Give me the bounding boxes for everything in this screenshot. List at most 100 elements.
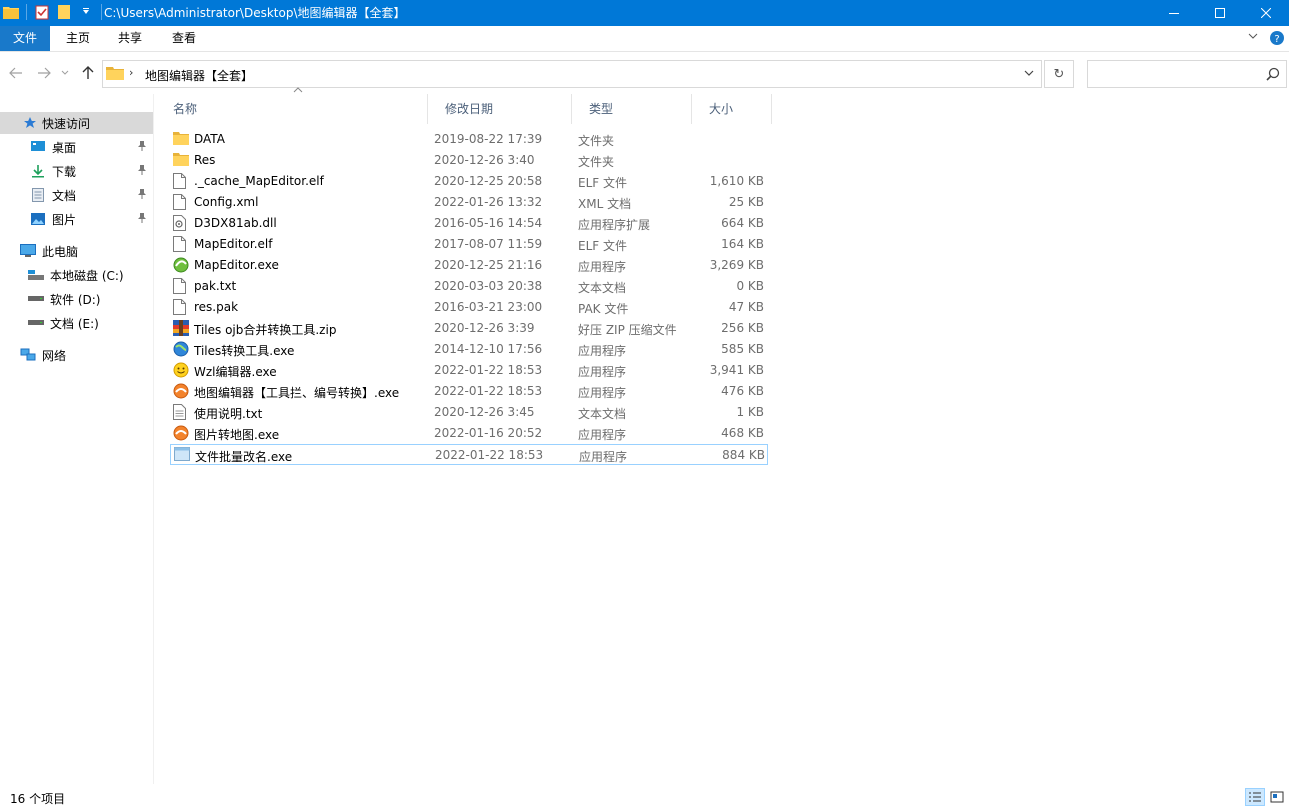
- maximize-button[interactable]: [1197, 0, 1243, 26]
- file-name: pak.txt: [194, 279, 237, 293]
- tab-home[interactable]: 主页: [56, 26, 100, 51]
- minimize-icon: [1169, 13, 1179, 14]
- search-input[interactable]: [1092, 65, 1262, 83]
- breadcrumb-separator-icon[interactable]: ›: [129, 66, 133, 79]
- file-date: 2020-12-25 21:16: [434, 258, 543, 272]
- file-name: Tiles ojb合并转换工具.zip: [194, 323, 337, 337]
- file-row[interactable]: 地图编辑器【工具拦、编号转换】.exe 2022-01-22 18:53 应用程序 4…: [170, 381, 768, 402]
- file-size: 47 KB: [728, 300, 764, 314]
- nav-downloads[interactable]: 下载: [0, 160, 153, 182]
- file-icon: [173, 299, 189, 315]
- file-row[interactable]: Tiles ojb合并转换工具.zip 2020-12-26 3:39 好压 ZIP…: [170, 318, 768, 339]
- file-row[interactable]: 文件批量改名.exe 2022-01-22 18:53 应用程序 884 KB: [170, 444, 768, 465]
- file-row[interactable]: 使用说明.txt 2020-12-26 3:45 文本文档 1 KB: [170, 402, 768, 423]
- file-type: 好压 ZIP 压缩文件: [578, 323, 677, 337]
- recent-locations-button[interactable]: [60, 65, 70, 81]
- file-row[interactable]: Config.xml 2022-01-26 13:32 XML 文档 25 KB: [170, 192, 768, 213]
- file-icon: [173, 194, 189, 210]
- pin-icon[interactable]: [137, 164, 147, 179]
- tab-file[interactable]: 文件: [0, 26, 50, 51]
- file-row[interactable]: res.pak 2016-03-21 23:00 PAK 文件 47 KB: [170, 297, 768, 318]
- refresh-button[interactable]: ↻: [1044, 60, 1074, 88]
- text-file-icon: [173, 404, 189, 420]
- file-size: 3,941 KB: [709, 363, 764, 377]
- nav-quick-access-label: 快速访问: [42, 116, 91, 131]
- file-type: 应用程序: [578, 386, 627, 400]
- file-row[interactable]: ._cache_MapEditor.elf 2020-12-25 20:58 ELF…: [170, 171, 768, 192]
- file-date: 2020-12-26 3:39: [434, 321, 535, 335]
- quick-access-toolbar: [2, 3, 104, 21]
- column-header-name[interactable]: 名称: [156, 94, 428, 124]
- up-button[interactable]: [80, 65, 96, 81]
- nav-pictures[interactable]: 图片: [0, 208, 153, 230]
- address-history-chevron-icon[interactable]: [1023, 67, 1035, 81]
- file-name: res.pak: [194, 300, 239, 314]
- file-size: 3,269 KB: [709, 258, 764, 272]
- nav-desktop[interactable]: 桌面: [0, 136, 153, 158]
- file-type: 应用程序: [578, 260, 627, 274]
- smiley-exe-icon: [173, 362, 189, 378]
- file-row[interactable]: Tiles转换工具.exe 2014-12-10 17:56 应用程序 585 KB: [170, 339, 768, 360]
- search-box[interactable]: [1087, 60, 1287, 88]
- nav-this-pc[interactable]: 此电脑: [0, 240, 153, 262]
- file-name: Config.xml: [194, 195, 259, 209]
- toolbar-separator: [26, 4, 27, 20]
- column-header-date[interactable]: 修改日期: [428, 94, 572, 124]
- file-row[interactable]: Wzl编辑器.exe 2022-01-22 18:53 应用程序 3,941 KB: [170, 360, 768, 381]
- file-date: 2022-01-16 20:52: [434, 426, 543, 440]
- address-bar[interactable]: › 地图编辑器【全套】: [102, 60, 1042, 88]
- column-header-size[interactable]: 大小: [692, 94, 772, 124]
- file-type: 文件夹: [578, 134, 615, 148]
- nav-quick-access[interactable]: 快速访问: [0, 112, 153, 134]
- tab-view[interactable]: 查看: [162, 26, 206, 51]
- breadcrumb-current[interactable]: 地图编辑器【全套】: [145, 67, 253, 84]
- close-button[interactable]: [1243, 0, 1289, 26]
- file-date: 2022-01-22 18:53: [434, 384, 543, 398]
- system-drive-icon: [28, 267, 44, 283]
- file-date: 2016-03-21 23:00: [434, 300, 543, 314]
- pin-icon[interactable]: [137, 212, 147, 227]
- minimize-button[interactable]: [1151, 0, 1197, 26]
- file-type: 应用程序扩展: [578, 218, 651, 232]
- file-row[interactable]: MapEditor.exe 2020-12-25 21:16 应用程序 3,269 K…: [170, 255, 768, 276]
- search-icon[interactable]: [1266, 67, 1280, 84]
- file-row[interactable]: MapEditor.elf 2017-08-07 11:59 ELF 文件 164 K…: [170, 234, 768, 255]
- file-size: 25 KB: [728, 195, 764, 209]
- globe-exe-icon: [173, 341, 189, 357]
- file-name: ._cache_MapEditor.elf: [194, 174, 324, 188]
- file-row[interactable]: Res 2020-12-26 3:40 文件夹: [170, 150, 768, 171]
- nav-drive-c[interactable]: 本地磁盘 (C:): [0, 264, 153, 286]
- tab-share[interactable]: 共享: [108, 26, 152, 51]
- large-icons-view-icon: [1270, 791, 1284, 803]
- properties-icon[interactable]: [33, 3, 51, 21]
- file-row[interactable]: pak.txt 2020-03-03 20:38 文本文档 0 KB: [170, 276, 768, 297]
- nav-desktop-label: 桌面: [52, 140, 77, 155]
- file-row[interactable]: 图片转地图.exe 2022-01-16 20:52 应用程序 468 KB: [170, 423, 768, 444]
- help-icon[interactable]: ?: [1269, 30, 1285, 49]
- file-size: 1 KB: [736, 405, 764, 419]
- chevron-down-icon[interactable]: [77, 3, 95, 21]
- nav-drive-e[interactable]: 文档 (E:): [0, 312, 153, 334]
- large-icons-view-button[interactable]: [1267, 788, 1287, 806]
- file-row[interactable]: D3DX81ab.dll 2016-05-16 14:54 应用程序扩展 664 KB: [170, 213, 768, 234]
- pin-icon[interactable]: [137, 188, 147, 203]
- file-row[interactable]: DATA 2019-08-22 17:39 文件夹: [170, 129, 768, 150]
- file-size: 884 KB: [722, 448, 765, 462]
- details-view-button[interactable]: [1245, 788, 1265, 806]
- nav-this-pc-label: 此电脑: [42, 244, 79, 259]
- column-header-type[interactable]: 类型: [572, 94, 692, 124]
- arrow-right-icon: [38, 67, 51, 79]
- pin-icon[interactable]: [137, 140, 147, 155]
- maximize-icon: [1215, 8, 1225, 18]
- file-type: 文本文档: [578, 281, 627, 295]
- forward-button[interactable]: [36, 65, 52, 81]
- nav-network[interactable]: 网络: [0, 344, 153, 366]
- nav-network-label: 网络: [42, 348, 67, 363]
- nav-drive-d[interactable]: 软件 (D:): [0, 288, 153, 310]
- file-type: 文件夹: [578, 155, 615, 169]
- nav-documents[interactable]: 文档: [0, 184, 153, 206]
- new-folder-icon[interactable]: [55, 3, 73, 21]
- expand-ribbon-chevron-icon[interactable]: [1247, 30, 1259, 49]
- back-button[interactable]: [8, 65, 24, 81]
- file-name: D3DX81ab.dll: [194, 216, 277, 230]
